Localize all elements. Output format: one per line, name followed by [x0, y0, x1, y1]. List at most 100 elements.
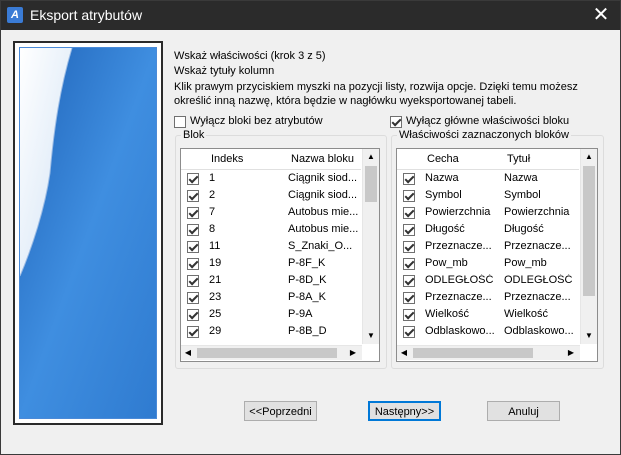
properties-list-header: Cecha Tytuł	[397, 149, 579, 170]
next-button[interactable]: Następny>>	[368, 401, 441, 421]
row-checkbox[interactable]	[403, 275, 415, 287]
row-cell-primary: Długość	[425, 223, 465, 235]
list-row[interactable]: 2 Ciągnik siod...	[181, 187, 361, 204]
row-checkbox[interactable]	[403, 224, 415, 236]
list-row[interactable]: Przeznacze... Przeznacze...	[397, 289, 577, 306]
row-cell-secondary: Odblaskowo...	[504, 325, 574, 337]
instruction-line-2: określić inną nazwę, która będzie w nagł…	[174, 95, 517, 107]
instruction-line-1: Klik prawym przyciskiem myszki na pozycj…	[174, 81, 578, 93]
row-cell-primary: ODLEGŁOŚĆ	[425, 274, 494, 286]
row-cell-secondary: Powierzchnia	[504, 206, 570, 218]
row-cell-primary: 11	[209, 240, 221, 252]
blocks-list-header: Indeks Nazwa bloku	[181, 149, 361, 170]
row-cell-primary: Wielkość	[425, 308, 470, 320]
row-cell-primary: 7	[209, 206, 216, 218]
list-row[interactable]: Nazwa Nazwa	[397, 170, 577, 187]
cancel-button[interactable]: Anuluj	[487, 401, 560, 421]
row-cell-primary: 23	[209, 291, 222, 303]
list-row[interactable]: Powierzchnia Powierzchnia	[397, 204, 577, 221]
scroll-right-arrow-icon[interactable]: ▶	[346, 346, 360, 360]
row-checkbox[interactable]	[187, 275, 199, 287]
row-checkbox[interactable]	[403, 258, 415, 270]
column-header-title[interactable]: Tytuł	[507, 153, 530, 165]
row-cell-secondary: Przeznacze...	[504, 240, 571, 252]
properties-vertical-scrollbar[interactable]: ▲ ▼	[580, 149, 597, 344]
row-cell-secondary: P-8D_K	[288, 274, 327, 286]
scroll-up-arrow-icon[interactable]: ▲	[581, 149, 597, 165]
row-cell-primary: Nazwa	[425, 172, 459, 184]
properties-group-label: Właściwości zaznaczonych bloków	[397, 129, 571, 141]
column-header-block-name[interactable]: Nazwa bloku	[291, 153, 354, 165]
row-cell-secondary: P-8F_K	[288, 257, 326, 269]
list-row[interactable]: 21 P-8D_K	[181, 272, 361, 289]
wizard-image-frame	[13, 41, 163, 425]
properties-horizontal-scrollbar[interactable]: ◀ ▶	[397, 345, 580, 360]
scroll-thumb[interactable]	[413, 348, 533, 358]
scroll-thumb[interactable]	[365, 166, 377, 202]
row-checkbox[interactable]	[187, 309, 199, 321]
list-row[interactable]: 8 Autobus mie...	[181, 221, 361, 238]
row-checkbox[interactable]	[403, 309, 415, 321]
scroll-down-arrow-icon[interactable]: ▼	[363, 328, 379, 344]
scroll-left-arrow-icon[interactable]: ◀	[397, 346, 411, 360]
list-row[interactable]: Przeznacze... Przeznacze...	[397, 238, 577, 255]
row-cell-secondary: Ciągnik siod...	[288, 172, 358, 184]
scroll-thumb[interactable]	[197, 348, 337, 358]
previous-button[interactable]: <<Poprzedni	[244, 401, 317, 421]
list-row[interactable]: 23 P-8A_K	[181, 289, 361, 306]
scroll-thumb[interactable]	[583, 166, 595, 296]
row-checkbox[interactable]	[187, 207, 199, 219]
column-header-index[interactable]: Indeks	[211, 153, 243, 165]
blocks-vertical-scrollbar[interactable]: ▲ ▼	[362, 149, 379, 344]
row-checkbox[interactable]	[187, 326, 199, 338]
list-row[interactable]: 1 Ciągnik siod...	[181, 170, 361, 187]
list-row[interactable]: Symbol Symbol	[397, 187, 577, 204]
list-row[interactable]: Pow_mb Pow_mb	[397, 255, 577, 272]
row-checkbox[interactable]	[187, 241, 199, 253]
list-row[interactable]: 7 Autobus mie...	[181, 204, 361, 221]
row-cell-primary: Przeznacze...	[425, 240, 492, 252]
row-checkbox[interactable]	[187, 224, 199, 236]
scroll-down-arrow-icon[interactable]: ▼	[581, 328, 597, 344]
scroll-right-arrow-icon[interactable]: ▶	[564, 346, 578, 360]
scroll-up-arrow-icon[interactable]: ▲	[363, 149, 379, 165]
row-cell-secondary: Autobus mie...	[288, 223, 359, 235]
list-row[interactable]: 19 P-8F_K	[181, 255, 361, 272]
list-row[interactable]: 29 P-8B_D	[181, 323, 361, 340]
row-checkbox[interactable]	[403, 207, 415, 219]
list-row[interactable]: Odblaskowo... Odblaskowo...	[397, 323, 577, 340]
blocks-horizontal-scrollbar[interactable]: ◀ ▶	[181, 345, 362, 360]
row-checkbox[interactable]	[187, 258, 199, 270]
row-cell-secondary: P-8A_K	[288, 291, 326, 303]
list-row[interactable]: Wielkość Wielkość	[397, 306, 577, 323]
row-checkbox[interactable]	[187, 292, 199, 304]
row-checkbox[interactable]	[403, 292, 415, 304]
exclude-main-props-checkbox[interactable]	[390, 116, 402, 128]
row-checkbox[interactable]	[403, 173, 415, 185]
app-icon: A	[7, 7, 23, 23]
row-cell-secondary: Ciągnik siod...	[288, 189, 358, 201]
properties-list[interactable]: Cecha Tytuł Nazwa Nazwa Symbol Symbol Powier…	[396, 148, 598, 362]
close-button[interactable]: ✕	[590, 4, 612, 26]
list-row[interactable]: 11 S_Znaki_O...	[181, 238, 361, 255]
list-row[interactable]: 25 P-9A	[181, 306, 361, 323]
row-checkbox[interactable]	[403, 241, 415, 253]
row-cell-secondary: ODLEGŁOŚĆ	[504, 274, 573, 286]
row-cell-primary: 19	[209, 257, 222, 269]
row-checkbox[interactable]	[187, 190, 199, 202]
blocks-list[interactable]: Indeks Nazwa bloku 1 Ciągnik siod... 2 Ciąg…	[180, 148, 380, 362]
row-checkbox[interactable]	[403, 326, 415, 338]
list-row[interactable]: Długość Długość	[397, 221, 577, 238]
column-header-feature[interactable]: Cecha	[427, 153, 459, 165]
row-cell-secondary: Wielkość	[504, 308, 549, 320]
row-cell-primary: Pow_mb	[425, 257, 468, 269]
row-cell-secondary: Pow_mb	[504, 257, 547, 269]
list-row[interactable]: ODLEGŁOŚĆ ODLEGŁOŚĆ	[397, 272, 577, 289]
dialog-body: Wskaż właściwości (krok 3 z 5) Wskaż tyt…	[3, 31, 618, 452]
row-cell-primary: 8	[209, 223, 216, 235]
exclude-blocks-label: Wyłącz bloki bez atrybutów	[190, 115, 323, 127]
row-checkbox[interactable]	[403, 190, 415, 202]
scroll-left-arrow-icon[interactable]: ◀	[181, 346, 195, 360]
exclude-blocks-checkbox[interactable]	[174, 116, 186, 128]
row-checkbox[interactable]	[187, 173, 199, 185]
